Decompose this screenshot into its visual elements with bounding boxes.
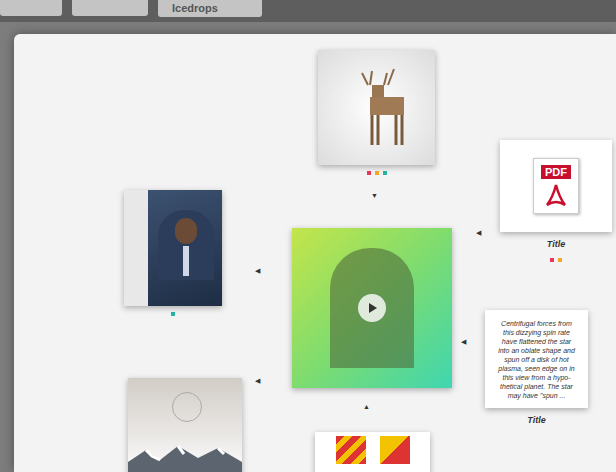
pdf-card[interactable]: PDFTitle [500,140,612,262]
color-dot[interactable] [550,258,554,262]
play-icon[interactable] [358,294,386,322]
nav-button[interactable] [72,0,148,16]
logo-mark [172,392,202,422]
video-card[interactable] [292,228,452,388]
color-dot[interactable] [367,171,371,175]
connector-arrow: ◀ [476,229,481,237]
dot-row [550,258,562,262]
flag [380,436,410,464]
top-bar: Icedrops [0,0,616,22]
magazine-card[interactable] [124,190,222,316]
connector-arrow: ◀ [255,267,260,275]
flags-card[interactable] [315,432,430,472]
deer-photo-card[interactable] [318,50,435,175]
color-dot[interactable] [171,312,175,316]
text-card[interactable]: Centrifugal forces fromthis dizzying spi… [485,310,588,428]
pdf-icon: PDF [533,158,579,214]
magazine-sidebar [124,190,148,306]
connector-arrow: ◀ [461,338,466,346]
color-dot[interactable] [383,171,387,175]
color-dot[interactable] [558,258,562,262]
dot-row [171,312,175,316]
nav-button[interactable]: Icedrops [158,0,262,17]
landscape-card[interactable] [128,378,242,472]
connector-arrow: ▼ [371,192,378,200]
flag [336,436,366,464]
connector-arrow: ◀ [255,377,260,385]
connector-arrow: ▲ [363,403,370,411]
nav-button[interactable] [0,0,62,16]
dot-row [367,171,387,175]
color-dot[interactable] [375,171,379,175]
deer-figure [332,63,422,153]
magazine-figure [158,210,214,280]
